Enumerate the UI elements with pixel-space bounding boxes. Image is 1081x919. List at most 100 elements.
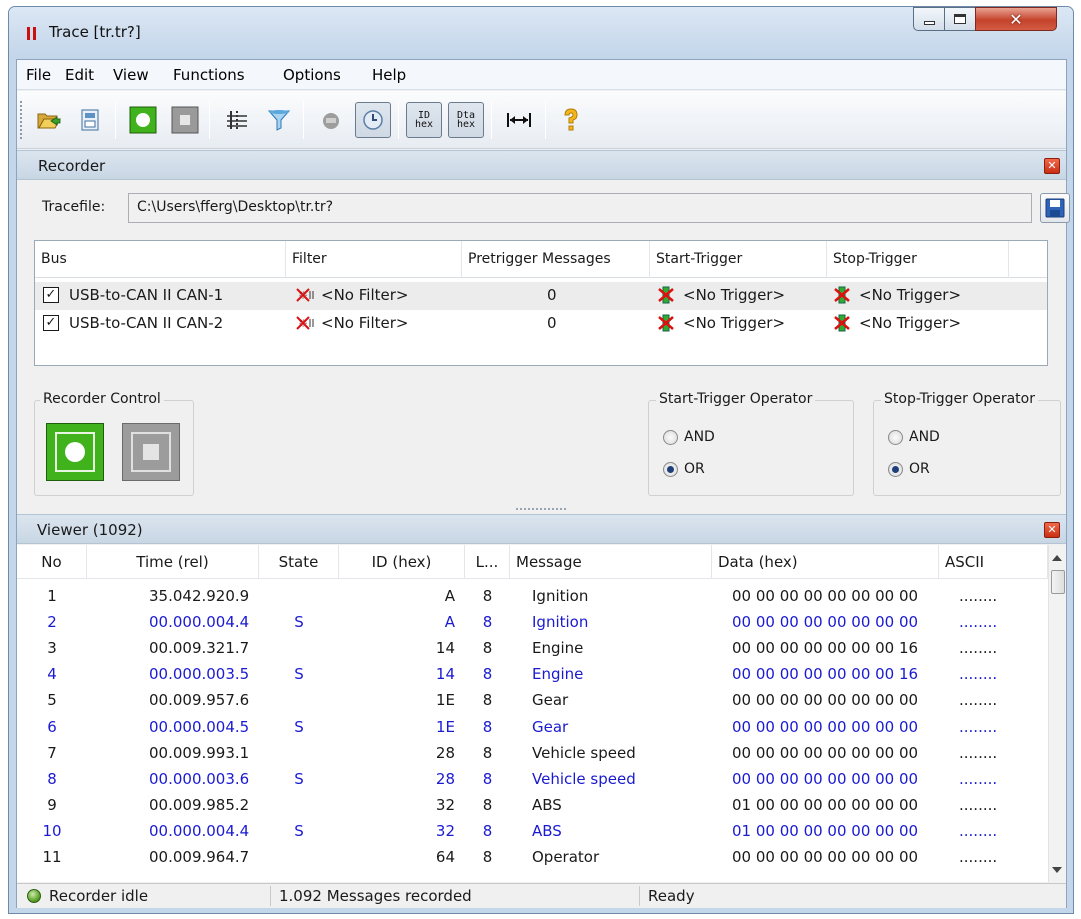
record-stop-button[interactable] [122,423,180,481]
data-hex-button[interactable]: Dta hex [448,102,484,138]
cell-ascii: ........ [959,795,998,814]
viewer-close-icon[interactable]: ✕ [1044,522,1060,538]
record-start-icon [55,432,95,472]
maximize-button[interactable] [944,7,976,31]
toolbar-separator [115,101,116,139]
col-bus[interactable]: Bus [35,241,286,278]
filter-funnel-icon [267,110,291,131]
start-op-or-radio[interactable]: OR [663,461,705,477]
bus-row[interactable]: ✓ USB-to-CAN II CAN-2 <No Filter> 0 <No … [35,310,1047,338]
cell-time: 00.000.004.4 [149,821,250,840]
bus-enable-checkbox[interactable]: ✓ [43,315,59,331]
menu-help[interactable]: Help [372,66,406,84]
cell-length: 8 [482,639,493,658]
message-row[interactable]: 6 00.000.004.5 S 1E 8 Gear 00 00 00 00 00 00 0… [17,715,1039,741]
scroll-up-icon[interactable] [1052,555,1062,561]
bus-filter: <No Filter> [321,314,409,332]
message-row[interactable]: 3 00.009.321.7 14 8 Engine 00 00 00 00 00 00 … [17,636,1039,662]
menu-view[interactable]: View [113,66,149,84]
id-hex-button[interactable]: ID hex [406,102,442,138]
message-row[interactable]: 9 00.009.985.2 32 8 ABS 01 00 00 00 00 00 00 … [17,793,1039,819]
col-id[interactable]: ID (hex) [339,545,465,579]
bus-row[interactable]: ✓ USB-to-CAN II CAN-1 <No Filter> 0 <No … [35,282,1047,310]
cell-data: 00 00 00 00 00 00 00 16 [732,639,919,658]
toolbar-grip[interactable] [20,101,23,139]
cell-id: 1E [435,691,455,710]
cell-ascii: ........ [959,821,998,840]
message-row[interactable]: 4 00.000.003.5 S 14 8 Engine 00 00 00 00 00 00… [17,662,1039,688]
stop-op-or-radio[interactable]: OR [888,461,930,477]
tracefile-path-field[interactable]: C:\Users\fferg\Desktop\tr.tr? [128,193,1032,223]
cell-length: 8 [482,691,493,710]
message-row[interactable]: 2 00.000.004.4 S A 8 Ignition 00 00 00 00 00 0… [17,610,1039,636]
col-ascii[interactable]: ASCII [939,545,1048,579]
cell-length: 8 [482,821,493,840]
cell-message: Gear [532,691,569,710]
title-bar[interactable]: Trace [tr.tr?] ✕ [9,7,1073,59]
trigger-off-icon [657,314,675,336]
col-time[interactable]: Time (rel) [87,545,259,579]
cell-message: Engine [532,665,584,684]
bus-enable-checkbox[interactable]: ✓ [43,287,59,303]
close-button[interactable]: ✕ [975,7,1057,31]
menu-file[interactable]: File [26,66,51,84]
col-pretrigger[interactable]: Pretrigger Messages [462,241,650,278]
cell-length: 8 [482,795,493,814]
col-filter[interactable]: Filter [286,241,462,278]
menu-options[interactable]: Options [283,66,341,84]
time-mode-button[interactable] [355,102,391,138]
message-row[interactable]: 8 00.000.003.6 S 28 8 Vehicle speed 00 00 00 0… [17,767,1039,793]
menu-edit[interactable]: Edit [65,66,94,84]
start-op-and-radio[interactable]: AND [663,429,715,445]
help-button[interactable] [553,102,589,138]
stop-op-and-radio[interactable]: AND [888,429,940,445]
message-row[interactable]: 10 00.000.004.4 S 32 8 ABS 01 00 00 00 00 00 0… [17,819,1039,845]
save-config-button[interactable] [73,102,109,138]
open-folder-button[interactable] [31,102,67,138]
col-stop-trigger[interactable]: Stop-Trigger [827,241,1009,278]
cell-ascii: ........ [959,665,998,684]
stop-trigger-operator-group: Stop-Trigger Operator AND OR [873,391,1061,496]
col-start-trigger[interactable]: Start-Trigger [650,241,827,278]
toolbar: ID hex Dta hex [17,91,1066,149]
client-area: File Edit View Functions Options Help ID… [16,59,1070,908]
radio-icon [888,429,903,445]
messages-recorded-text: 1.092 Messages recorded [279,887,472,905]
menu-functions[interactable]: Functions [173,66,245,84]
col-data[interactable]: Data (hex) [712,545,939,579]
cell-id: 32 [435,821,455,840]
col-state[interactable]: State [259,545,339,579]
recorder-panel-header: Recorder ✕ [17,150,1066,180]
cell-no: 2 [47,613,57,632]
cell-ascii: ........ [959,691,998,710]
cell-message: Vehicle speed [532,743,636,762]
start-record-button[interactable] [125,102,161,138]
toolbar-separator [491,101,492,139]
recorder-close-icon[interactable]: ✕ [1044,158,1060,174]
message-row[interactable]: 11 00.009.964.7 64 8 Operator 00 00 00 00 00 … [17,845,1039,871]
stop-op-or-label: OR [909,461,930,477]
record-start-button[interactable] [46,423,104,481]
message-row[interactable]: 1 35.042.920.9 A 8 Ignition 00 00 00 00 00 00… [17,584,1039,610]
message-row[interactable]: 5 00.009.957.6 1E 8 Gear 00 00 00 00 00 00 00… [17,688,1039,714]
col-message[interactable]: Message [510,545,712,579]
message-row[interactable]: 7 00.009.993.1 28 8 Vehicle speed 00 00 00 00… [17,741,1039,767]
scroll-thumb[interactable] [1051,570,1065,594]
filter-button[interactable] [261,102,297,138]
tracefile-save-button[interactable] [1040,193,1070,223]
minimize-button[interactable] [913,7,945,31]
cell-message: Vehicle speed [532,769,636,788]
vertical-scrollbar[interactable] [1048,545,1066,882]
panel-splitter[interactable] [17,506,1066,514]
col-no[interactable]: No [17,545,87,579]
trigger-off-icon [657,286,675,308]
autosize-columns-button[interactable] [501,102,537,138]
scroll-down-icon[interactable] [1052,867,1062,873]
stop-record-button[interactable] [167,102,203,138]
cell-time: 00.009.985.2 [149,795,250,814]
status-bar: Recorder idle 1.092 Messages recorded Re… [17,883,1066,908]
col-length[interactable]: L... [465,545,510,579]
columns-button[interactable] [219,102,255,138]
trigger-button[interactable] [313,102,349,138]
cell-message: Engine [532,639,584,658]
